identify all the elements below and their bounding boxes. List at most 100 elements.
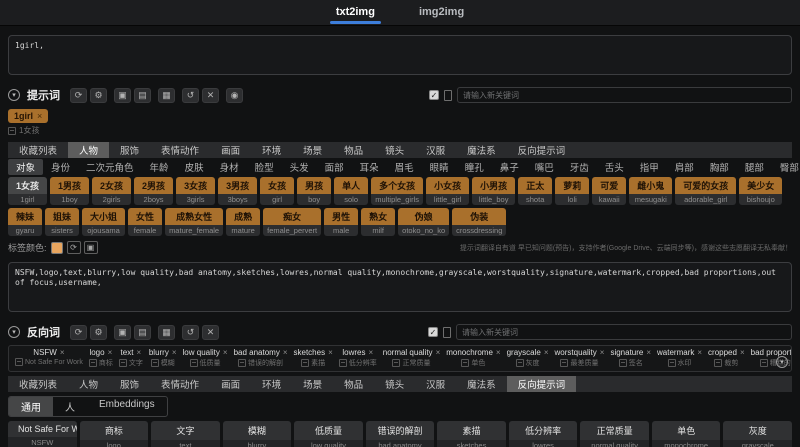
tag-card[interactable]: 3女孩 3girls [176,177,216,205]
close-icon[interactable]: × [223,348,228,357]
negative-tag-card[interactable]: 低分辨率 lowres [508,421,578,447]
tag-card[interactable]: 大小姐 ojousama [82,208,126,236]
negative-chip[interactable]: monochrome × 单色 [446,348,501,369]
tag-card[interactable]: 女孩 girl [260,177,295,205]
keyword-toggle[interactable] [444,89,452,101]
category-tab-环境[interactable]: 环境 [251,376,292,392]
tag-card[interactable]: 可爱 kawaii [592,177,627,205]
negative-tag-card[interactable]: 错误的解剖 bad anatomy [365,421,435,447]
gear-button[interactable]: ⚙ [90,87,107,103]
subcategory-tab-眼睛[interactable]: 眼睛 [422,159,457,175]
negative-tag-card[interactable]: 模糊 blurry [222,421,292,447]
category-tab-环境[interactable]: 环境 [251,142,292,158]
undo-button[interactable]: ↺ [182,87,199,103]
category-tab-场景[interactable]: 场景 [292,142,333,158]
copy-color-button[interactable]: ▣ [83,241,98,254]
tag-card[interactable]: 伪装 crossdressing [452,208,507,236]
notes-button[interactable]: ▤ [134,87,151,103]
keyword-toggle[interactable] [443,326,451,338]
category-tab-人物[interactable]: 人物 [68,376,109,392]
subcategory-tab-瞳孔[interactable]: 瞳孔 [457,159,492,175]
subcategory-tab-皮肤[interactable]: 皮肤 [177,159,212,175]
notes-button[interactable]: ▤ [134,324,151,340]
tag-card[interactable]: 痴女 female_pervert [263,208,322,236]
negative-chip[interactable]: sketches × 素描 [294,348,333,369]
subcategory-tab-牙齿[interactable]: 牙齿 [562,159,597,175]
close-icon[interactable]: × [697,348,702,357]
category-tab-反向提示词[interactable]: 反向提示词 [506,376,577,392]
close-icon[interactable]: × [136,348,141,357]
tag-card[interactable]: 正太 shota [518,177,553,205]
negative-tag-card[interactable]: 商标 logo [79,421,149,447]
subcategory-tab-臀部[interactable]: 臀部 [772,159,800,175]
category-tab-表情动作[interactable]: 表情动作 [150,142,210,158]
save-button[interactable]: ▣ [114,324,131,340]
collapse-negative-icon[interactable]: ▾ [8,326,20,338]
negative-chip[interactable]: normal quality × 正常质量 [383,348,440,369]
subcategory-tab-头发[interactable]: 头发 [282,159,317,175]
tag-card[interactable]: 2男孩 2boys [134,177,174,205]
tag-color-swatch[interactable] [50,241,63,254]
delete-button[interactable]: ✕ [202,324,219,340]
negative-chip[interactable]: logo × 商标 [88,348,113,369]
close-icon[interactable]: × [740,348,745,357]
subcategory-tab-腿部[interactable]: 腿部 [737,159,772,175]
subtab-通用[interactable]: 通用 [9,397,53,416]
category-tab-画面[interactable]: 画面 [210,376,251,392]
negative-tag-card[interactable]: 灰度 grayscale [723,421,793,447]
tag-card[interactable]: 3男孩 3boys [218,177,258,205]
category-tab-服饰[interactable]: 服饰 [109,142,150,158]
subcategory-tab-肩部[interactable]: 肩部 [667,159,702,175]
close-icon[interactable]: × [496,348,501,357]
tab-img2img[interactable]: img2img [411,2,472,24]
close-icon[interactable]: × [544,348,549,357]
negative-tag-card[interactable]: Not Safe For W...NSFW [8,421,77,447]
close-icon[interactable]: × [646,348,651,357]
subcategory-tab-二次元角色[interactable]: 二次元角色 [78,159,142,175]
category-tab-表情动作[interactable]: 表情动作 [150,376,210,392]
tab-txt2img[interactable]: txt2img [328,2,383,24]
positive-prompt-textarea[interactable]: 1girl, [8,35,792,75]
subcategory-tab-脸型[interactable]: 脸型 [247,159,282,175]
close-icon[interactable]: × [600,348,605,357]
tag-card[interactable]: 萝莉 loli [555,177,590,205]
subcategory-tab-身材[interactable]: 身材 [212,159,247,175]
category-tab-魔法系[interactable]: 魔法系 [456,376,507,392]
history-button[interactable]: ⟳ [70,324,87,340]
tag-card[interactable]: 单人 solo [334,177,369,205]
negative-chip[interactable]: low quality × 低质量 [183,348,228,369]
save-button[interactable]: ▣ [114,87,131,103]
history-button[interactable]: ⟳ [70,87,87,103]
tag-card[interactable]: 熟女 milf [361,208,396,236]
category-tab-服饰[interactable]: 服饰 [109,376,150,392]
collapse-chips-icon[interactable]: ▾ [776,356,788,368]
negative-chip[interactable]: cropped × 裁剪 [708,348,745,369]
negative-tag-card[interactable]: 素描 sketches [437,421,506,447]
category-tab-收藏列表[interactable]: 收藏列表 [8,142,68,158]
close-icon[interactable]: × [368,348,373,357]
category-tab-收藏列表[interactable]: 收藏列表 [8,376,68,392]
tag-card[interactable]: 女性 female [128,208,163,236]
tag-card[interactable]: 雌小鬼 mesugaki [629,177,673,205]
refresh-color-button[interactable]: ⟳ [66,241,81,254]
close-icon[interactable]: × [172,348,177,357]
subcategory-tab-指甲[interactable]: 指甲 [632,159,667,175]
negative-tag-card[interactable]: 文字 text [151,421,220,447]
delete-button[interactable]: ✕ [202,87,219,103]
subcategory-tab-耳朵[interactable]: 耳朵 [352,159,387,175]
subcategory-tab-鼻子[interactable]: 鼻子 [492,159,527,175]
negative-chip[interactable]: grayscale × 灰度 [507,348,549,369]
sound-button[interactable]: ◉ [226,87,243,103]
category-tab-魔法系[interactable]: 魔法系 [456,142,507,158]
tag-card[interactable]: 1女孩 1girl [8,177,48,205]
keyword-checkbox[interactable]: ✓ [429,90,439,100]
tag-card[interactable]: 男孩 boy [297,177,332,205]
tag-card[interactable]: 美少女 bishoujo [739,177,783,205]
negative-prompt-textarea[interactable]: NSFW,logo,text,blurry,low quality,bad an… [8,262,792,312]
category-tab-反向提示词[interactable]: 反向提示词 [507,142,577,158]
tag-card[interactable]: 成熟女性 mature_female [165,208,224,236]
negative-tag-card[interactable]: 正常质量 normal quality [580,421,649,447]
close-icon[interactable]: × [436,348,441,357]
prompt-chip[interactable]: 1girl × [8,109,49,123]
negative-chip[interactable]: blurry × 模糊 [149,348,177,369]
